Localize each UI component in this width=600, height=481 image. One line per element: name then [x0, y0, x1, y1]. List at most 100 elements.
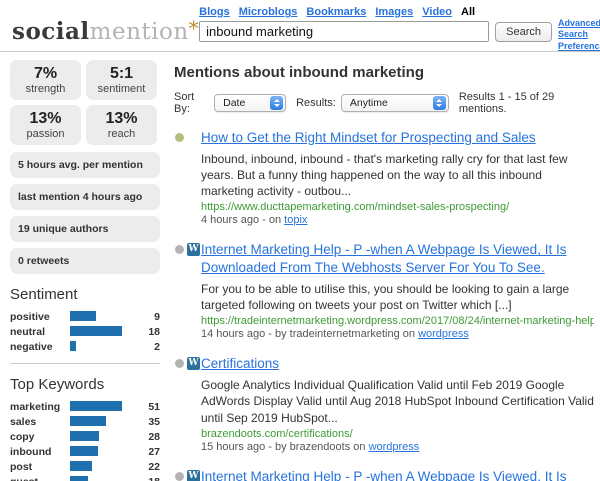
- nav-item-microblogs[interactable]: Microblogs: [239, 6, 298, 18]
- top-keywords-title: Top Keywords: [10, 376, 160, 393]
- bar-row: guest 18: [10, 476, 160, 481]
- nav-item-bookmarks[interactable]: Bookmarks: [306, 6, 366, 18]
- bar-row: inbound 27: [10, 446, 160, 457]
- bar-row: sales 35: [10, 416, 160, 427]
- result-description: Google Analytics Individual Qualificatio…: [201, 377, 594, 426]
- stat-fact: 19 unique authors: [10, 216, 160, 242]
- logo: socialmention*: [12, 16, 199, 45]
- bar-value: 18: [142, 476, 160, 481]
- select-arrows-icon: [270, 96, 283, 110]
- stat-box: 13% passion: [10, 105, 81, 145]
- stat-label: reach: [108, 128, 136, 140]
- bar-value: 9: [142, 311, 160, 323]
- nav-item-blogs[interactable]: Blogs: [199, 6, 230, 18]
- result-meta: 15 hours ago - by brazendoots on wordpre…: [201, 441, 594, 453]
- stat-box: 7% strength: [10, 60, 81, 100]
- stat-fact: 5 hours avg. per mention: [10, 152, 160, 178]
- result-meta: 14 hours ago - by tradeinternetmarketing…: [201, 328, 594, 340]
- stat-box: 13% reach: [86, 105, 157, 145]
- result-item: W Internet Marketing Help - P -when A We…: [174, 468, 594, 481]
- results-filter-select[interactable]: Anytime: [341, 94, 449, 112]
- bar-value: 35: [142, 416, 160, 428]
- bar-value: 22: [142, 461, 160, 473]
- bar-row: post 22: [10, 461, 160, 472]
- result-description: Inbound, inbound, inbound - that's marke…: [201, 151, 594, 200]
- result-title-link[interactable]: Internet Marketing Help - P -when A Webp…: [201, 469, 566, 481]
- bar: [70, 401, 122, 411]
- bar-label: post: [10, 461, 70, 473]
- result-bullet-icon: [175, 472, 184, 481]
- result-source-link[interactable]: wordpress: [418, 328, 469, 340]
- bar-row: copy 28: [10, 431, 160, 442]
- wordpress-icon: W: [187, 243, 200, 256]
- stats-grid: 7% strength 5:1 sentiment 13% passion 13…: [10, 60, 160, 145]
- bar: [70, 461, 92, 471]
- result-title-link[interactable]: How to Get the Right Mindset for Prospec…: [201, 130, 536, 145]
- result-description: For you to be able to utilise this, you …: [201, 281, 594, 313]
- bar-label: guest: [10, 476, 70, 481]
- stat-value: 13%: [29, 110, 61, 128]
- header: socialmention* Blogs Microblogs Bookmarks I…: [0, 0, 600, 52]
- bar-label: marketing: [10, 401, 70, 413]
- stat-label: passion: [27, 128, 65, 140]
- bar-value: 18: [142, 326, 160, 338]
- bar-value: 51: [142, 401, 160, 413]
- result-item: W Internet Marketing Help - P -when A We…: [174, 241, 594, 340]
- stat-value: 13%: [105, 110, 137, 128]
- result-title-link[interactable]: Internet Marketing Help - P -when A Webp…: [201, 242, 566, 275]
- sentiment-chart: positive 9 neutral 18 negative 2: [10, 311, 160, 352]
- sidebar: 7% strength 5:1 sentiment 13% passion 13…: [10, 60, 160, 481]
- result-url: brazendoots.com/certifications/: [201, 428, 594, 440]
- result-source-link[interactable]: topix: [284, 214, 307, 226]
- bar-row: positive 9: [10, 311, 160, 322]
- sidebar-divider: [10, 363, 160, 364]
- bar-label: copy: [10, 431, 70, 443]
- bar-value: 28: [142, 431, 160, 443]
- result-source-link[interactable]: wordpress: [369, 441, 420, 453]
- stat-value: 7%: [34, 65, 57, 83]
- result-title-link[interactable]: Certifications: [201, 356, 279, 371]
- result-bullet-icon: [175, 133, 184, 142]
- bar: [70, 326, 122, 336]
- advanced-search-link[interactable]: Advanced Search: [558, 18, 600, 41]
- bar-row: negative 2: [10, 341, 160, 352]
- stat-box: 5:1 sentiment: [86, 60, 157, 100]
- bar-row: neutral 18: [10, 326, 160, 337]
- search-button[interactable]: Search: [495, 22, 552, 42]
- result-url: https://tradeinternetmarketing.wordpress…: [201, 315, 594, 327]
- result-bullet-icon: [175, 245, 184, 254]
- bar-value: 2: [142, 341, 160, 353]
- search-input[interactable]: [199, 21, 489, 42]
- bar-label: negative: [10, 341, 70, 353]
- select-arrows-icon: [433, 96, 446, 110]
- bar: [70, 476, 88, 481]
- top-keywords-chart: marketing 51 sales 35 copy 28 inbound 27…: [10, 401, 160, 481]
- bar-row: marketing 51: [10, 401, 160, 412]
- bar: [70, 416, 106, 426]
- top-nav: Blogs Microblogs Bookmarks Images Video All: [199, 6, 552, 18]
- sort-by-select[interactable]: Date: [214, 94, 286, 112]
- nav-item-all[interactable]: All: [461, 6, 475, 18]
- bar: [70, 431, 99, 441]
- bar: [70, 311, 96, 321]
- stat-value: 5:1: [110, 65, 133, 83]
- logo-asterisk-icon: *: [189, 16, 200, 40]
- sentiment-title: Sentiment: [10, 286, 160, 303]
- result-bullet-icon: [175, 359, 184, 368]
- nav-item-video[interactable]: Video: [422, 6, 452, 18]
- wordpress-icon: W: [187, 357, 200, 370]
- bar-value: 27: [142, 446, 160, 458]
- nav-item-images[interactable]: Images: [375, 6, 413, 18]
- wordpress-icon: W: [187, 470, 200, 481]
- bar: [70, 341, 76, 351]
- results-panel: Mentions about inbound marketing Sort By…: [160, 60, 600, 481]
- bar-label: inbound: [10, 446, 70, 458]
- result-meta: 4 hours ago - on topix: [201, 214, 594, 226]
- preferences-link[interactable]: Preferences: [558, 41, 600, 52]
- page-title: Mentions about inbound marketing: [174, 64, 594, 81]
- bar: [70, 446, 98, 456]
- stat-fact: last mention 4 hours ago: [10, 184, 160, 210]
- sort-by-label: Sort By:: [174, 91, 209, 115]
- results-filter-label: Results:: [296, 97, 336, 109]
- logo-social: social: [12, 18, 90, 45]
